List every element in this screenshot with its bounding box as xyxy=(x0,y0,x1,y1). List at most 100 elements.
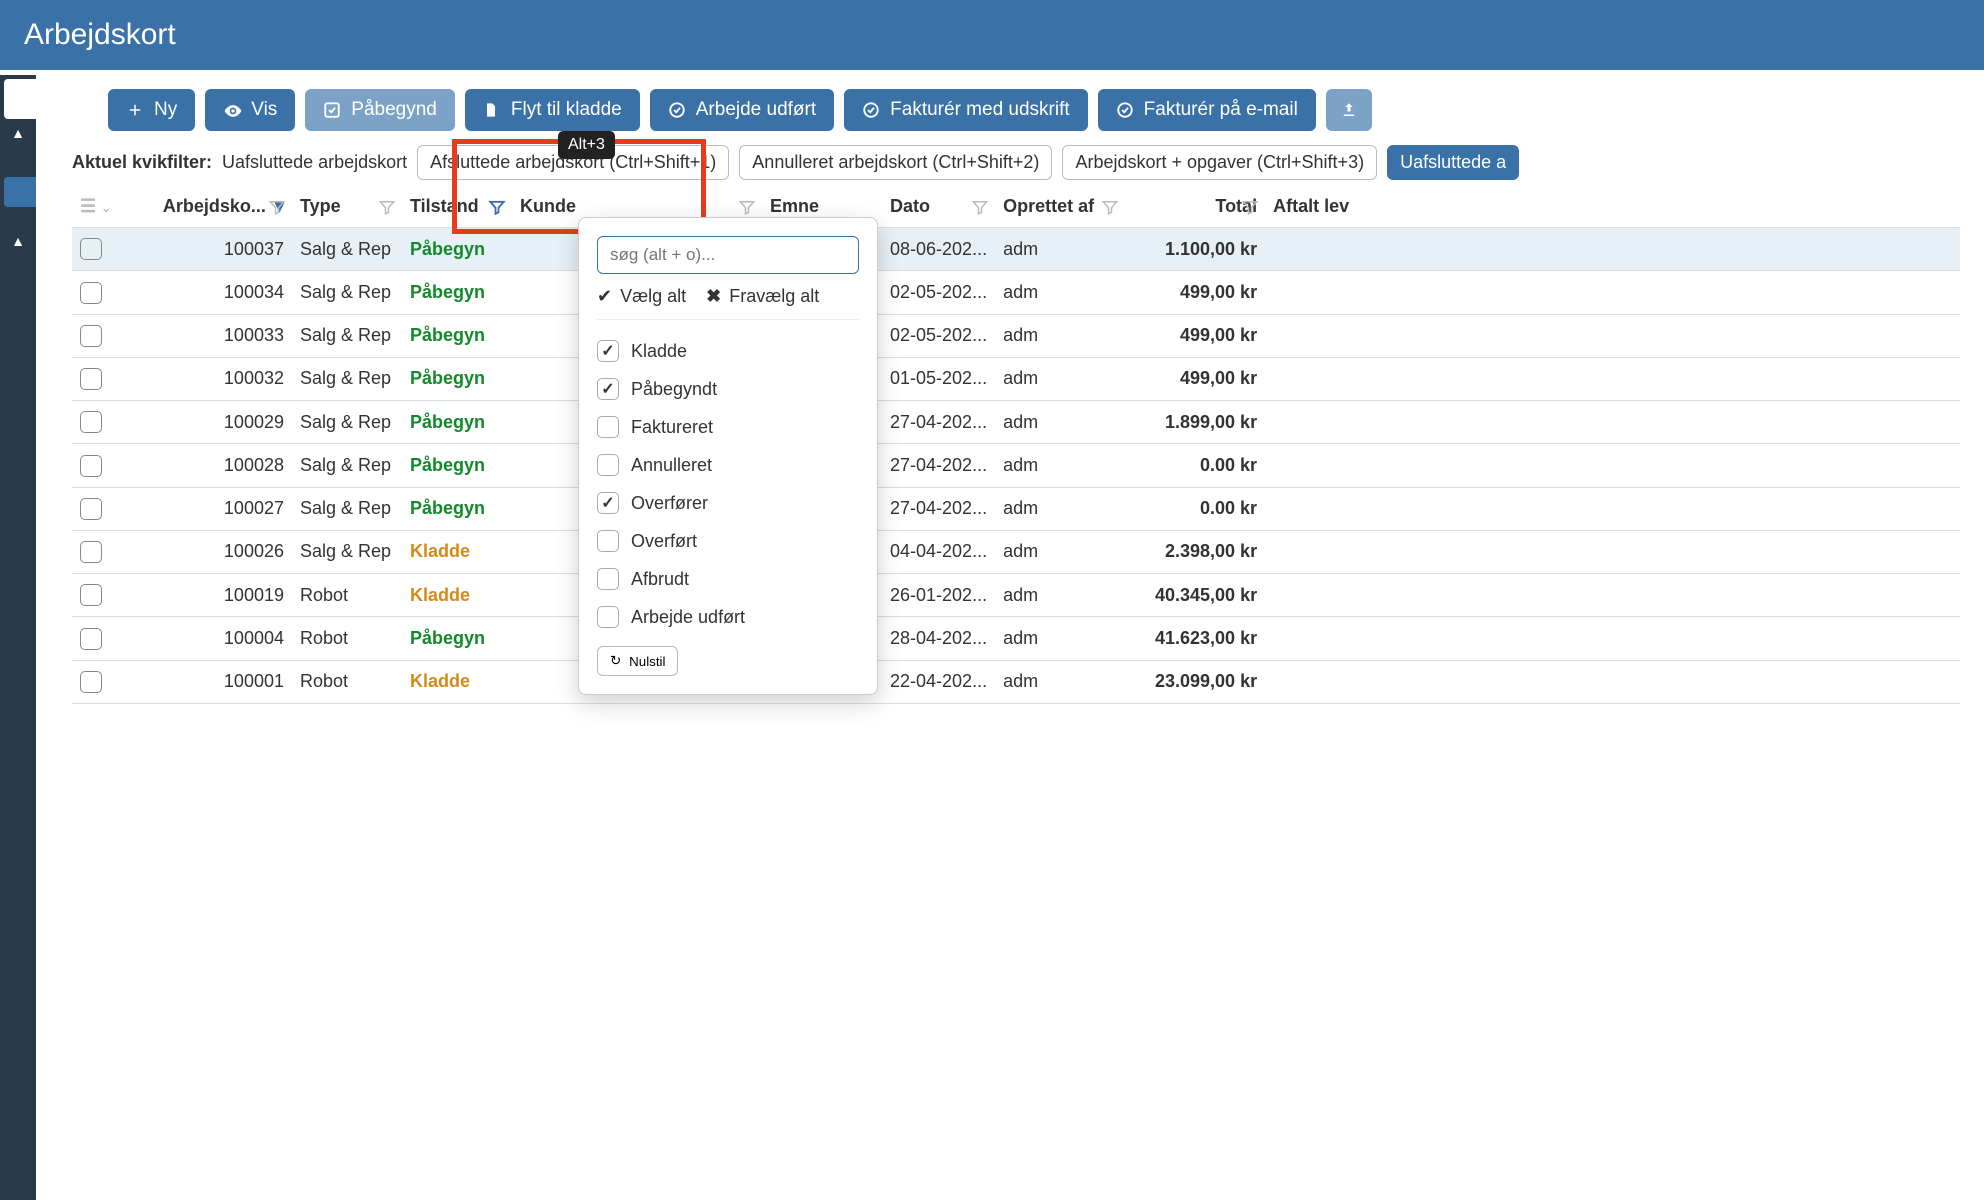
table-row[interactable]: 100026Salg & RepKladde04-04-202...adm2.3… xyxy=(72,530,1960,573)
sidebar-tab-1[interactable] xyxy=(4,79,36,119)
col-aftalt-lev[interactable]: Aftalt lev xyxy=(1265,186,1960,228)
checkbox[interactable] xyxy=(597,416,619,438)
filter-option[interactable]: Overfører xyxy=(597,484,859,522)
cell-total: 1.899,00 kr xyxy=(1125,401,1265,444)
col-select[interactable]: ☰ ⌄ xyxy=(72,186,122,228)
check-square-icon xyxy=(323,101,341,119)
upload-icon xyxy=(1340,101,1358,119)
filter-option[interactable]: Faktureret xyxy=(597,408,859,446)
table-row[interactable]: 100001RobotKladdeøb af robot22-04-202...… xyxy=(72,660,1960,703)
cell-total: 499,00 kr xyxy=(1125,314,1265,357)
row-checkbox[interactable] xyxy=(80,628,102,650)
row-checkbox[interactable] xyxy=(80,541,102,563)
table-row[interactable]: 100029Salg & RepPåbegyn27-04-202...adm1.… xyxy=(72,401,1960,444)
cell-id: 100019 xyxy=(122,574,292,617)
cell-total: 1.100,00 kr xyxy=(1125,228,1265,271)
filter-option[interactable]: Overført xyxy=(597,522,859,560)
col-oprettet-af[interactable]: Oprettet af xyxy=(995,186,1125,228)
col-dato[interactable]: Dato xyxy=(882,186,995,228)
list-view-icon[interactable]: ☰ ⌄ xyxy=(80,196,111,216)
filter-icon[interactable] xyxy=(488,198,506,216)
checkbox[interactable] xyxy=(597,340,619,362)
row-checkbox[interactable] xyxy=(80,238,102,260)
cell-oprettet: adm xyxy=(995,357,1125,400)
reset-filter-button[interactable]: ↻ Nulstil xyxy=(597,646,678,676)
cell-state: Påbegyn xyxy=(402,228,512,271)
row-checkbox[interactable] xyxy=(80,584,102,606)
cell-aftalt xyxy=(1265,574,1960,617)
cell-dato: 27-04-202... xyxy=(882,401,995,444)
col-type[interactable]: Type xyxy=(292,186,402,228)
cell-id: 100037 xyxy=(122,228,292,271)
quickfilter-pill-annulleret[interactable]: Annulleret arbejdskort (Ctrl+Shift+2) xyxy=(739,145,1052,180)
filter-icon[interactable] xyxy=(738,198,756,216)
move-to-draft-button[interactable]: Flyt til kladde xyxy=(465,89,640,131)
sidebar-expand-icon[interactable]: ▲ xyxy=(0,227,36,255)
table-row[interactable]: 100034Salg & RepPåbegyn02-05-202...adm49… xyxy=(72,271,1960,314)
row-checkbox[interactable] xyxy=(80,282,102,304)
quickfilter-pill-uafsluttede[interactable]: Uafsluttede a xyxy=(1387,145,1519,180)
cell-state: Påbegyn xyxy=(402,271,512,314)
row-checkbox[interactable] xyxy=(80,455,102,477)
work-done-button[interactable]: Arbejde udført xyxy=(650,89,834,131)
table-row[interactable]: 100004RobotPåbegynavetraktor28-04-202...… xyxy=(72,617,1960,660)
filter-search-input[interactable] xyxy=(597,236,859,274)
sidebar-collapse-icon[interactable]: ▲ xyxy=(0,119,36,147)
filter-icon[interactable] xyxy=(378,198,396,216)
col-arbejdskort[interactable]: Arbejdsko... ▾ xyxy=(122,186,292,228)
quickfilter-label: Aktuel kvikfilter: xyxy=(72,152,212,173)
filter-icon[interactable] xyxy=(1241,198,1259,216)
row-checkbox[interactable] xyxy=(80,411,102,433)
cell-state: Påbegyn xyxy=(402,401,512,444)
toolbar: Ny Vis Påbegynd Flyt til kladde Arbejde … xyxy=(108,89,1960,131)
invoice-email-button[interactable]: Fakturér på e-mail xyxy=(1098,89,1316,131)
check-icon: ✔ xyxy=(597,286,612,307)
cell-type: Salg & Rep xyxy=(292,271,402,314)
check-circle-icon xyxy=(668,101,686,119)
col-tilstand[interactable]: Tilstand xyxy=(402,186,512,228)
deselect-all-button[interactable]: ✖ Fravælg alt xyxy=(706,286,819,307)
filter-option[interactable]: Afbrudt xyxy=(597,560,859,598)
filter-option-label: Påbegyndt xyxy=(631,379,717,400)
filter-icon[interactable] xyxy=(971,198,989,216)
cell-dato: 27-04-202... xyxy=(882,444,995,487)
table-row[interactable]: 100037Salg & RepPåbegyn08-06-202...adm1.… xyxy=(72,228,1960,271)
begin-button[interactable]: Påbegynd xyxy=(305,89,455,131)
plus-icon xyxy=(126,101,144,119)
row-checkbox[interactable] xyxy=(80,498,102,520)
filter-icon[interactable] xyxy=(1101,198,1119,216)
checkbox[interactable] xyxy=(597,378,619,400)
quickfilter-current: Uafsluttede arbejdskort xyxy=(222,152,407,173)
table-row[interactable]: 100019RobotKladdeavetraktor26-01-202...a… xyxy=(72,574,1960,617)
table-row[interactable]: 100027Salg & RepPåbegyn27-04-202...adm0.… xyxy=(72,487,1960,530)
table-row[interactable]: 100028Salg & RepPåbegyn27-04-202...adm0.… xyxy=(72,444,1960,487)
new-button[interactable]: Ny xyxy=(108,89,195,131)
checkbox[interactable] xyxy=(597,454,619,476)
invoice-print-button[interactable]: Fakturér med udskrift xyxy=(844,89,1088,131)
filter-option[interactable]: Arbejde udført xyxy=(597,598,859,636)
sidebar-tab-active[interactable] xyxy=(4,177,36,207)
filter-option[interactable]: Påbegyndt xyxy=(597,370,859,408)
cell-aftalt xyxy=(1265,487,1960,530)
view-button[interactable]: Vis xyxy=(205,89,295,131)
row-checkbox[interactable] xyxy=(80,325,102,347)
quickfilter-pill-opgaver[interactable]: Arbejdskort + opgaver (Ctrl+Shift+3) xyxy=(1062,145,1377,180)
filter-option[interactable]: Annulleret xyxy=(597,446,859,484)
upload-button[interactable] xyxy=(1326,89,1372,131)
filter-option[interactable]: Kladde xyxy=(597,332,859,370)
row-checkbox[interactable] xyxy=(80,671,102,693)
table-row[interactable]: 100033Salg & RepPåbegynøb02-05-202...adm… xyxy=(72,314,1960,357)
cell-aftalt xyxy=(1265,228,1960,271)
select-all-button[interactable]: ✔ Vælg alt xyxy=(597,286,686,307)
row-checkbox[interactable] xyxy=(80,368,102,390)
cell-oprettet: adm xyxy=(995,617,1125,660)
col-total[interactable]: Total xyxy=(1125,186,1265,228)
checkbox[interactable] xyxy=(597,530,619,552)
table-row[interactable]: 100032Salg & RepPåbegynep01-05-202...adm… xyxy=(72,357,1960,400)
checkbox[interactable] xyxy=(597,492,619,514)
checkbox[interactable] xyxy=(597,606,619,628)
filter-icon[interactable] xyxy=(268,198,286,216)
checkbox[interactable] xyxy=(597,568,619,590)
main-content: Ny Vis Påbegynd Flyt til kladde Arbejde … xyxy=(48,75,1984,718)
cell-id: 100027 xyxy=(122,487,292,530)
